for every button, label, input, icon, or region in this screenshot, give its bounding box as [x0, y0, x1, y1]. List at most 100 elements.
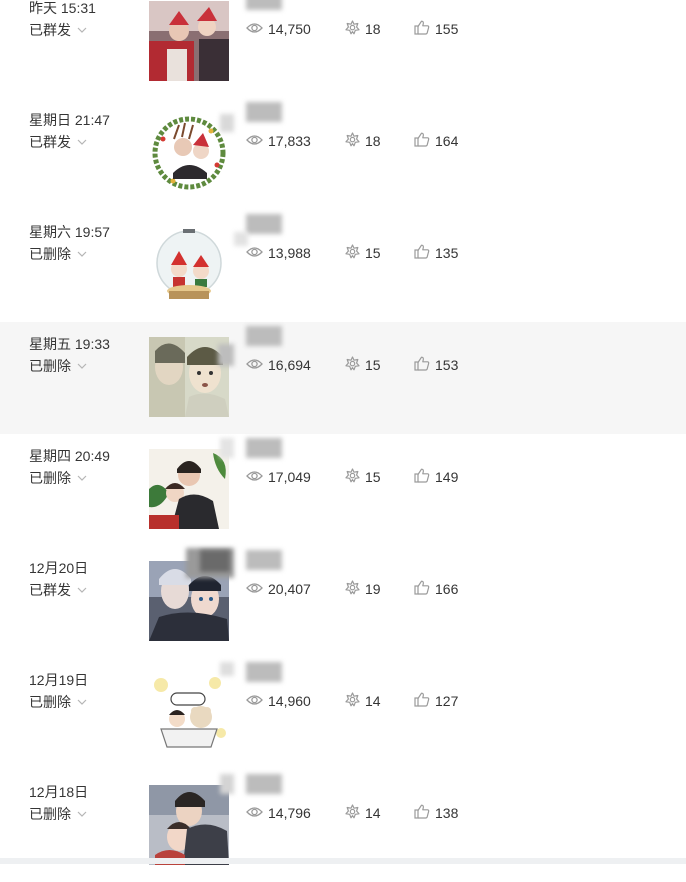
status-dropdown[interactable]: 已删除 — [29, 693, 87, 711]
article-thumbnail[interactable] — [149, 113, 229, 193]
list-bottom-border — [0, 858, 686, 864]
read-count-value: 13,988 — [268, 245, 311, 261]
like-count-value: 138 — [435, 805, 459, 821]
thumbs-up-icon — [414, 20, 435, 38]
share-count: 18 — [345, 131, 381, 151]
chevron-down-icon — [71, 693, 87, 711]
blurred-title — [246, 326, 282, 346]
share-count-value: 15 — [365, 357, 381, 373]
share-count-value: 18 — [365, 21, 381, 37]
read-count: 20,407 — [246, 579, 311, 599]
article-thumbnail[interactable] — [149, 1, 229, 81]
read-count-value: 14,796 — [268, 805, 311, 821]
share-icon — [345, 132, 365, 150]
publish-time: 星期六 19:57 — [29, 224, 110, 240]
status-label: 已群发 — [29, 22, 71, 38]
article-row[interactable]: 星期六 19:57 已删除 13,988 15 135 — [0, 210, 686, 322]
status-dropdown[interactable]: 已群发 — [29, 21, 87, 39]
status-dropdown[interactable]: 已群发 — [29, 133, 87, 151]
status-dropdown[interactable]: 已群发 — [29, 581, 87, 599]
chevron-down-icon — [71, 357, 87, 375]
share-icon — [345, 20, 365, 38]
like-count-value: 149 — [435, 469, 459, 485]
article-row[interactable]: 星期四 20:49 已删除 17,049 15 149 — [0, 434, 686, 546]
share-count-value: 19 — [365, 581, 381, 597]
chevron-down-icon — [71, 469, 87, 487]
blurred-title — [246, 438, 282, 458]
article-row[interactable]: 12月19日 已删除 14,960 14 127 — [0, 658, 686, 770]
like-count: 127 — [414, 691, 458, 711]
read-count-value: 14,960 — [268, 693, 311, 709]
share-count: 14 — [345, 691, 381, 711]
article-row[interactable]: 12月20日 已群发 20,407 19 166 — [0, 546, 686, 658]
share-count: 14 — [345, 803, 381, 823]
blurred-overlay — [220, 662, 234, 676]
share-icon — [345, 356, 365, 374]
eye-icon — [246, 357, 268, 373]
article-row[interactable]: 12月18日 已删除 14,796 14 138 — [0, 770, 686, 882]
status-dropdown[interactable]: 已删除 — [29, 805, 87, 823]
status-label: 已删除 — [29, 806, 71, 822]
read-count: 13,988 — [246, 243, 311, 263]
read-count: 14,796 — [246, 803, 311, 823]
publish-time: 12月20日 — [29, 560, 89, 576]
read-count-value: 17,833 — [268, 133, 311, 149]
blurred-overlay — [200, 550, 230, 572]
article-thumbnail[interactable] — [149, 337, 229, 417]
publish-time: 星期日 21:47 — [29, 112, 110, 128]
eye-icon — [246, 805, 268, 821]
blurred-overlay — [220, 774, 234, 794]
article-thumbnail[interactable] — [149, 225, 229, 305]
publish-time: 星期五 19:33 — [29, 336, 110, 352]
article-row[interactable]: 星期五 19:33 已删除 16,694 15 153 — [0, 322, 686, 434]
blurred-title — [246, 774, 282, 794]
share-count: 15 — [345, 243, 381, 263]
share-count: 15 — [345, 355, 381, 375]
article-row[interactable]: 星期日 21:47 已群发 17,833 18 164 — [0, 98, 686, 210]
status-label: 已删除 — [29, 470, 71, 486]
blurred-title — [246, 662, 282, 682]
blurred-title — [246, 550, 282, 570]
blurred-overlay — [220, 114, 234, 132]
share-count-value: 14 — [365, 805, 381, 821]
blurred-overlay — [220, 438, 234, 458]
article-row[interactable]: 昨天 15:31 已群发 14,750 18 155 — [0, 0, 686, 98]
thumbs-up-icon — [414, 356, 435, 374]
chevron-down-icon — [71, 133, 87, 151]
blurred-overlay — [218, 344, 234, 366]
publish-time: 星期四 20:49 — [29, 448, 110, 464]
eye-icon — [246, 693, 268, 709]
status-label: 已删除 — [29, 694, 71, 710]
article-thumbnail[interactable] — [149, 673, 229, 753]
thumbs-up-icon — [414, 132, 435, 150]
share-icon — [345, 244, 365, 262]
eye-icon — [246, 133, 268, 149]
read-count: 14,960 — [246, 691, 311, 711]
share-count: 18 — [345, 19, 381, 39]
status-dropdown[interactable]: 已删除 — [29, 469, 87, 487]
status-label: 已删除 — [29, 246, 71, 262]
article-thumbnail[interactable] — [149, 449, 229, 529]
chevron-down-icon — [71, 21, 87, 39]
like-count-value: 164 — [435, 133, 459, 149]
share-count: 15 — [345, 467, 381, 487]
like-count: 135 — [414, 243, 458, 263]
thumbs-up-icon — [414, 692, 435, 710]
blurred-title — [246, 0, 282, 10]
like-count: 164 — [414, 131, 458, 151]
like-count: 155 — [414, 19, 458, 39]
article-thumbnail[interactable] — [149, 785, 229, 865]
share-icon — [345, 468, 365, 486]
like-count-value: 127 — [435, 693, 459, 709]
like-count-value: 135 — [435, 245, 459, 261]
read-count-value: 16,694 — [268, 357, 311, 373]
share-count-value: 14 — [365, 693, 381, 709]
status-dropdown[interactable]: 已删除 — [29, 245, 87, 263]
status-dropdown[interactable]: 已删除 — [29, 357, 87, 375]
read-count: 17,833 — [246, 131, 311, 151]
status-label: 已群发 — [29, 134, 71, 150]
share-count-value: 15 — [365, 245, 381, 261]
chevron-down-icon — [71, 805, 87, 823]
eye-icon — [246, 469, 268, 485]
thumbs-up-icon — [414, 468, 435, 486]
